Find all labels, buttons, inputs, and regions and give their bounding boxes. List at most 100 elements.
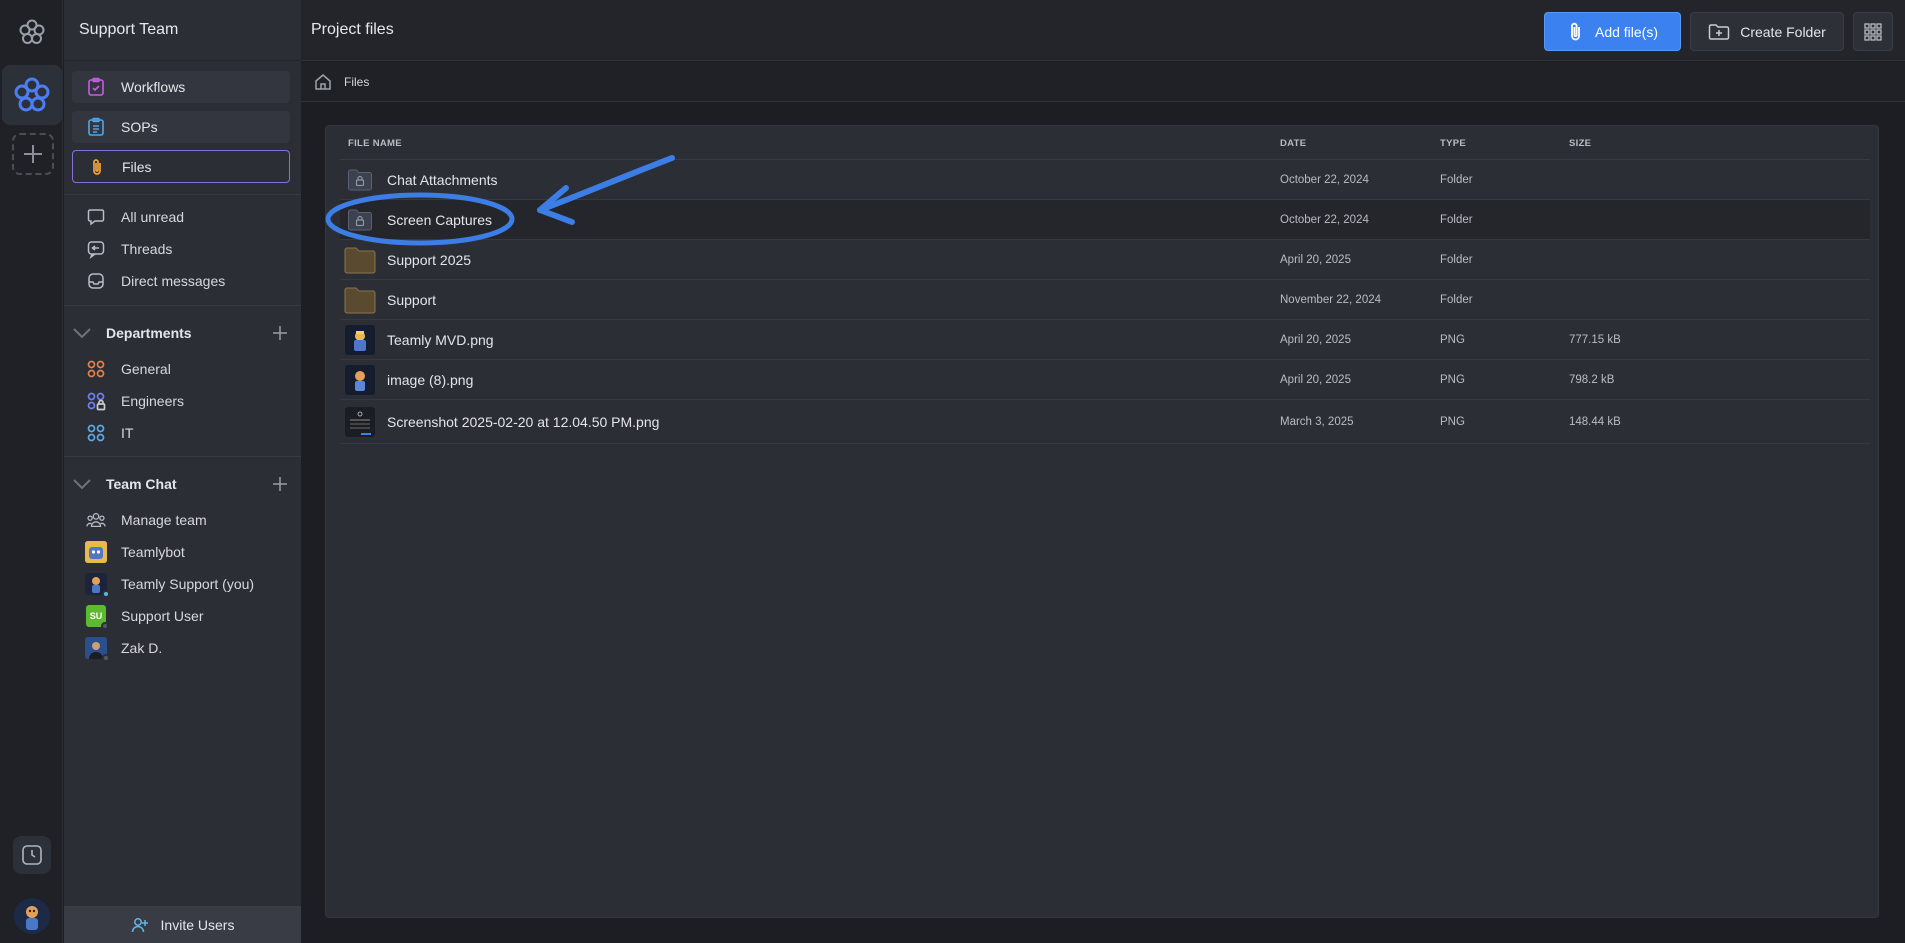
people-icon (86, 510, 106, 530)
online-status-dot (102, 590, 110, 598)
add-files-button[interactable]: Add file(s) (1544, 12, 1681, 51)
thread-icon (86, 239, 106, 259)
chevron-down-icon (72, 323, 92, 343)
file-date: March 3, 2025 (1280, 416, 1354, 428)
sidebar-item-label: IT (121, 425, 134, 441)
add-workspace-button[interactable] (12, 133, 54, 175)
sidebar-item-teamlybot[interactable]: Teamlybot (85, 540, 185, 564)
sidebar-item-label: Direct messages (121, 273, 226, 289)
chevron-down-icon (72, 474, 92, 494)
file-date: April 20, 2025 (1280, 374, 1351, 386)
locked-folder-icon (344, 166, 376, 194)
sidebar-item-label: General (121, 361, 171, 377)
table-row[interactable]: Support 2025 April 20, 2025 Folder (340, 240, 1870, 280)
create-folder-button[interactable]: Create Folder (1690, 12, 1844, 51)
invite-users-label: Invite Users (160, 916, 235, 933)
grid-view-button[interactable] (1853, 12, 1893, 51)
table-row[interactable]: Support November 22, 2024 Folder (340, 280, 1870, 320)
invite-users-button[interactable]: Invite Users (64, 906, 301, 943)
file-name[interactable]: Teamly MVD.png (387, 332, 494, 348)
table-row[interactable]: Screenshot 2025-02-20 at 12.04.50 PM.png… (340, 400, 1870, 444)
user-avatar[interactable] (14, 898, 50, 934)
app-logo-icon[interactable] (17, 17, 47, 47)
nav-label: Workflows (121, 79, 186, 95)
nav-label: Files (122, 158, 152, 175)
table-row[interactable]: Screen Captures October 22, 2024 Folder (340, 200, 1870, 240)
sidebar-item-general[interactable]: General (86, 357, 171, 381)
sidebar-item-label: Teamlybot (121, 544, 185, 560)
divider (64, 194, 301, 195)
file-date: November 22, 2024 (1280, 294, 1382, 306)
sidebar-item-label: Threads (121, 241, 173, 257)
channel-grid-icon (86, 423, 106, 443)
sidebar-item-teamly-support[interactable]: Teamly Support (you) (85, 572, 255, 598)
section-departments[interactable]: Departments (72, 321, 290, 345)
file-type: PNG (1440, 416, 1465, 428)
avatar: SU (86, 605, 109, 630)
add-department-icon[interactable] (270, 323, 290, 343)
column-header[interactable]: SIZE (1569, 138, 1591, 149)
file-size: 148.44 kB (1569, 416, 1621, 428)
file-date: October 22, 2024 (1280, 214, 1369, 226)
sidebar-item-direct-messages[interactable]: Direct messages (86, 269, 225, 293)
paperclip-icon (77, 157, 117, 177)
sidebar: Support Team Workflows SOPs Files All un… (64, 0, 301, 943)
column-header[interactable]: DATE (1280, 138, 1306, 149)
file-name[interactable]: Chat Attachments (387, 172, 498, 188)
sidebar-item-support-user[interactable]: SU Support User (86, 604, 203, 630)
locked-folder-icon (344, 206, 376, 234)
sidebar-item-it[interactable]: IT (86, 421, 133, 445)
clock-icon (22, 845, 42, 865)
table-row[interactable]: image (8).png April 20, 2025 PNG 798.2 k… (340, 360, 1870, 400)
home-icon[interactable] (312, 71, 334, 93)
files-content: FILE NAME DATE TYPE SIZE Chat Attachment… (301, 103, 1905, 943)
sidebar-item-engineers[interactable]: Engineers (86, 389, 184, 413)
table-row[interactable]: Chat Attachments October 22, 2024 Folder (340, 160, 1870, 200)
file-name[interactable]: Support (387, 292, 436, 308)
workspace-rail (0, 0, 63, 943)
folder-plus-icon (1708, 23, 1730, 41)
sidebar-item-all-unread[interactable]: All unread (86, 205, 184, 229)
section-team-chat[interactable]: Team Chat (72, 472, 290, 496)
file-date: April 20, 2025 (1280, 334, 1351, 346)
grid-icon (1864, 22, 1882, 41)
sidebar-item-label: Teamly Support (you) (121, 576, 255, 592)
divider (64, 456, 301, 457)
file-name[interactable]: Support 2025 (387, 252, 471, 268)
team-name[interactable]: Support Team (79, 21, 178, 39)
image-thumbnail (344, 325, 376, 355)
breadcrumb: Files (301, 62, 1905, 102)
breadcrumb-item[interactable]: Files (344, 75, 369, 89)
file-size: 777.15 kB (1569, 334, 1621, 346)
divider (64, 60, 301, 61)
avatar-initials: SU (89, 611, 103, 621)
add-chat-icon[interactable] (270, 474, 290, 494)
column-header[interactable]: FILE NAME (348, 138, 402, 149)
file-type: Folder (1440, 254, 1473, 266)
sidebar-item-manage-team[interactable]: Manage team (86, 508, 207, 532)
sidebar-item-label: Manage team (121, 512, 207, 528)
section-title: Departments (106, 325, 192, 341)
sidebar-item-zak-d[interactable]: Zak D. (85, 636, 162, 662)
folder-icon (344, 246, 376, 274)
workspace-button[interactable] (2, 65, 62, 125)
file-name[interactable]: image (8).png (387, 372, 473, 388)
avatar (85, 637, 110, 662)
channel-grid-icon (86, 359, 106, 379)
file-name[interactable]: Screen Captures (387, 212, 492, 228)
sidebar-item-label: Engineers (121, 393, 185, 409)
nav-workflows[interactable]: Workflows (72, 71, 290, 103)
file-type: Folder (1440, 174, 1473, 186)
sidebar-item-threads[interactable]: Threads (86, 237, 172, 261)
column-header[interactable]: TYPE (1440, 138, 1466, 149)
folder-icon (344, 286, 376, 314)
list-document-icon (76, 117, 116, 137)
file-name[interactable]: Screenshot 2025-02-20 at 12.04.50 PM.png (387, 414, 659, 430)
file-date: April 20, 2025 (1280, 254, 1351, 266)
table-row[interactable]: Teamly MVD.png April 20, 2025 PNG 777.15… (340, 320, 1870, 360)
section-title: Team Chat (106, 476, 177, 492)
avatar (85, 573, 110, 598)
history-button[interactable] (13, 836, 51, 874)
nav-files[interactable]: Files (72, 150, 290, 183)
nav-sops[interactable]: SOPs (72, 111, 290, 143)
